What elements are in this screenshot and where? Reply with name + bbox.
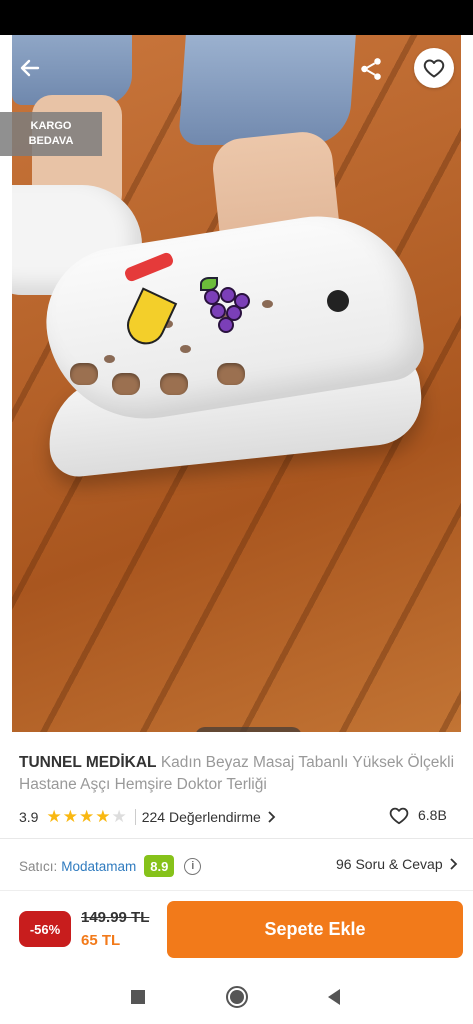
- clog-hole: [104, 355, 115, 363]
- reviews-link[interactable]: 224 Değerlendirme: [142, 809, 276, 825]
- clog-side-hole: [70, 363, 98, 385]
- rating-stars: ★ ★ ★ ★ ★: [46, 808, 126, 826]
- section-divider: [0, 838, 473, 839]
- favorite-button[interactable]: [414, 48, 454, 88]
- system-back-button[interactable]: [321, 984, 347, 1010]
- system-nav-bar: [0, 970, 473, 1024]
- clog-side-hole: [160, 373, 188, 395]
- chevron-right-icon: [449, 858, 457, 870]
- clog-side-hole: [112, 373, 140, 395]
- info-icon[interactable]: i: [184, 857, 202, 875]
- heart-icon: [389, 807, 409, 825]
- image-pager[interactable]: [195, 727, 302, 732]
- free-shipping-badge: KARGO BEDAVA: [0, 112, 102, 156]
- divider: [134, 809, 136, 825]
- old-price: 149.99 TL: [81, 909, 150, 926]
- product-title: TUNNEL MEDİKAL Kadın Beyaz Masaj Tabanlı…: [19, 752, 459, 796]
- star-icon: ★: [78, 807, 95, 826]
- star-icon: ★: [62, 807, 78, 826]
- new-price: 65 TL: [81, 932, 121, 949]
- grapes-charm: [194, 277, 252, 333]
- seller-name-link[interactable]: Modatamam: [61, 859, 136, 874]
- clog-hole: [262, 300, 273, 308]
- badge-line-1: KARGO: [30, 120, 72, 132]
- share-button[interactable]: [351, 49, 391, 89]
- star-empty-icon: ★: [111, 807, 127, 826]
- reviews-label: 224 Değerlendirme: [141, 809, 261, 825]
- status-bar: [0, 0, 473, 35]
- favorite-count-value: 6.8B: [418, 807, 447, 823]
- heart-icon: [423, 59, 445, 78]
- clog-strap-rivet: [327, 290, 349, 312]
- discount-badge: -56%: [19, 911, 71, 947]
- jeans-right: [178, 35, 356, 145]
- back-button[interactable]: [10, 48, 50, 88]
- star-icon: ★: [46, 807, 62, 826]
- favorite-count[interactable]: 6.8B: [388, 805, 447, 825]
- share-icon: [361, 58, 381, 80]
- chevron-right-icon: [268, 811, 276, 823]
- clog-side-hole: [217, 363, 245, 385]
- purchase-bar: -56% 149.99 TL 65 TL Sepete Ekle: [0, 890, 473, 970]
- seller-label: Satıcı:: [19, 858, 58, 874]
- triangle-back-icon: [328, 989, 340, 1005]
- circle-icon: [226, 986, 248, 1008]
- badge-line-2: BEDAVA: [28, 135, 74, 147]
- clog-hole: [180, 345, 191, 353]
- home-button[interactable]: [224, 984, 250, 1010]
- qa-link[interactable]: 96 Soru & Cevap: [336, 856, 458, 872]
- add-to-cart-button[interactable]: Sepete Ekle: [167, 901, 463, 958]
- product-brand[interactable]: TUNNEL MEDİKAL: [19, 754, 157, 771]
- rating-score: 3.9: [19, 809, 39, 825]
- seller-score-badge: 8.9: [144, 855, 175, 877]
- qa-label: 96 Soru & Cevap: [336, 856, 443, 872]
- arrow-left-icon: [20, 59, 40, 77]
- square-icon: [131, 990, 145, 1004]
- star-icon: ★: [95, 807, 111, 826]
- recents-button[interactable]: [125, 984, 151, 1010]
